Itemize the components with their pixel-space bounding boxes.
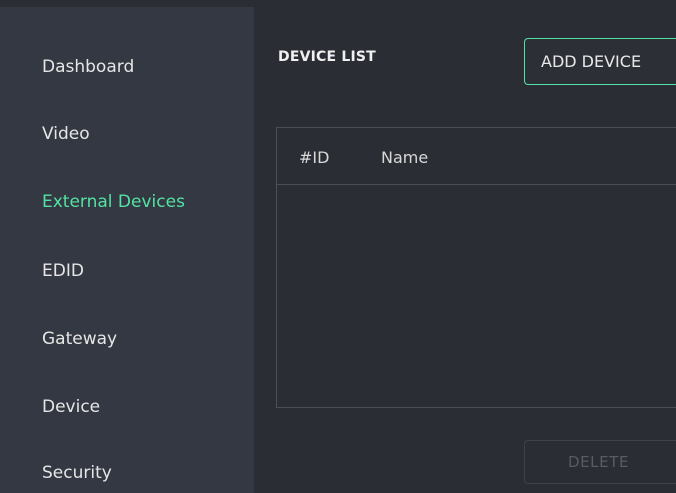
sidebar-item-security[interactable]: Security (42, 463, 112, 483)
add-device-button[interactable]: ADD DEVICE (524, 38, 676, 85)
column-header-name[interactable]: Name (381, 148, 428, 167)
app-window: Dashboard Video External Devices EDID Ga… (0, 0, 676, 493)
device-table: #ID Name (276, 127, 676, 408)
page-title: DEVICE LIST (278, 49, 376, 65)
delete-button[interactable]: DELETE (524, 440, 676, 484)
sidebar-item-video[interactable]: Video (42, 124, 90, 144)
table-header: #ID Name (277, 128, 676, 185)
top-strip (0, 0, 676, 7)
sidebar: Dashboard Video External Devices EDID Ga… (0, 7, 254, 493)
sidebar-item-external-devices[interactable]: External Devices (42, 192, 185, 212)
sidebar-item-device[interactable]: Device (42, 397, 100, 417)
column-header-id[interactable]: #ID (299, 148, 329, 167)
main-content: DEVICE LIST ADD DEVICE #ID Name DELETE (254, 7, 676, 493)
sidebar-item-dashboard[interactable]: Dashboard (42, 57, 134, 77)
sidebar-item-gateway[interactable]: Gateway (42, 329, 117, 349)
sidebar-item-edid[interactable]: EDID (42, 261, 84, 281)
